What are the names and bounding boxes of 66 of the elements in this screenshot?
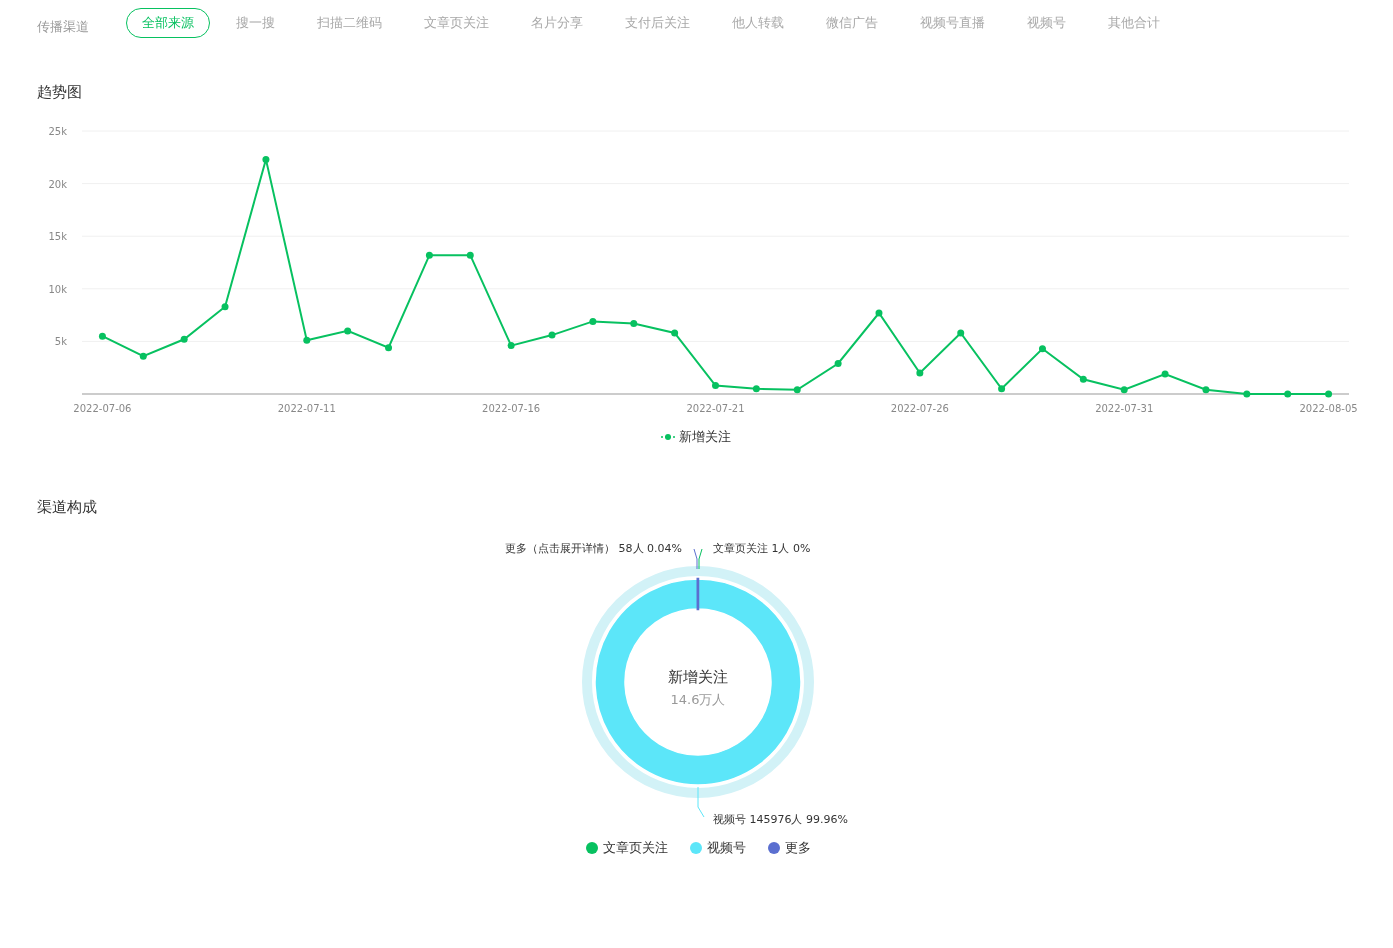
y-tick-label: 5k (54, 336, 67, 348)
data-point (1202, 386, 1210, 394)
slice-label: 文章页关注 1人 0% (713, 542, 811, 555)
filter-label: 传播渠道 (37, 18, 89, 36)
data-point (466, 251, 474, 259)
source-tab[interactable]: 扫描二维码 (301, 8, 398, 38)
data-point (712, 382, 719, 390)
data-point (957, 329, 965, 337)
data-point (671, 329, 679, 337)
source-tab[interactable]: 他人转载 (716, 8, 800, 38)
data-point (1038, 345, 1046, 353)
data-point (180, 335, 188, 343)
legend-label[interactable]: 视频号 (706, 839, 746, 857)
y-tick-label: 20k (48, 178, 67, 190)
data-point (998, 385, 1006, 393)
source-tab[interactable]: 文章页关注 (408, 8, 505, 38)
data-point (1284, 390, 1292, 398)
source-tab[interactable]: 名片分享 (515, 8, 599, 38)
data-point (1243, 390, 1251, 398)
data-point (344, 327, 352, 335)
source-tab[interactable]: 视频号 (1011, 8, 1082, 38)
x-tick-label: 2022-07-16 (482, 403, 541, 414)
data-point (1079, 375, 1087, 383)
y-tick-label: 10k (48, 283, 67, 295)
slice-label: 视频号 145976人 99.96% (713, 813, 848, 826)
data-point (834, 360, 842, 367)
slice-label: 更多（点击展开详情） 58人 0.04% (505, 542, 682, 555)
y-tick-label: 15k (48, 231, 67, 243)
data-point (1325, 390, 1333, 398)
data-point (793, 386, 801, 394)
data-point (507, 342, 515, 350)
data-point (139, 352, 147, 360)
leader-line (697, 786, 705, 818)
data-point (875, 309, 883, 317)
x-tick-label: 2022-07-21 (686, 403, 745, 414)
source-tab[interactable]: 微信广告 (810, 8, 894, 38)
legend-label[interactable]: 新增关注 (679, 428, 731, 446)
data-point (262, 155, 270, 163)
x-tick-label: 2022-08-05 (1299, 403, 1357, 414)
data-point (98, 332, 106, 340)
x-tick-label: 2022-07-06 (73, 403, 132, 414)
data-point (916, 369, 924, 377)
source-tab[interactable]: 支付后关注 (609, 8, 706, 38)
data-point (221, 303, 229, 311)
legend-label[interactable]: 文章页关注 (602, 839, 668, 857)
data-point (630, 320, 638, 327)
source-tab[interactable]: 其他合计 (1092, 8, 1176, 38)
x-tick-label: 2022-07-31 (1095, 403, 1154, 414)
data-point (1161, 370, 1169, 378)
legend-line-icon (661, 433, 675, 441)
data-point (548, 331, 556, 339)
x-tick-label: 2022-07-11 (277, 403, 336, 414)
section-title: 渠道构成 (37, 498, 98, 517)
x-tick-label: 2022-07-26 (890, 403, 949, 414)
y-tick-label: 25k (48, 126, 67, 137)
data-point (303, 336, 311, 344)
legend-label[interactable]: 更多 (784, 839, 811, 857)
section-title: 趋势图 (37, 83, 83, 102)
source-tab[interactable]: 视频号直播 (904, 8, 1001, 38)
data-point (1120, 386, 1128, 394)
data-point (752, 385, 760, 393)
donut-center-value: 14.6万人 (670, 692, 726, 707)
data-point (425, 251, 433, 259)
data-point (385, 344, 393, 352)
donut-center-title: 新增关注 (668, 668, 728, 686)
data-point (589, 317, 597, 325)
